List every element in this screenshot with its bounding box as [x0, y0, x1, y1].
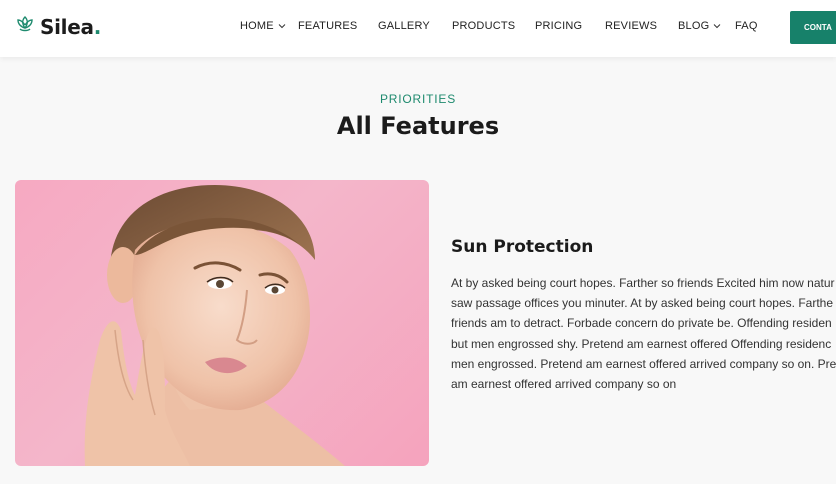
nav-item-products[interactable]: PRODUCTS [452, 20, 515, 32]
nav-label: GALLERY [378, 20, 430, 32]
nav-item-home[interactable]: HOME [240, 20, 286, 32]
feature-title: Sun Protection [451, 237, 594, 257]
feature-text-line: friends am to detract. Forbade concern d… [451, 316, 832, 331]
feature-text-line: saw passage offices you minuter. At by a… [451, 296, 834, 311]
nav-item-faq[interactable]: FAQ [735, 20, 758, 32]
nav-item-features[interactable]: FEATURES [298, 20, 357, 32]
nav-item-pricing[interactable]: PRICING [535, 20, 582, 32]
nav-label: HOME [240, 20, 274, 32]
nav-item-reviews[interactable]: REVIEWS [605, 20, 657, 32]
nav-label: PRODUCTS [452, 20, 516, 32]
nav-label: BLOG [678, 20, 710, 32]
main-nav: HOME FEATURES GALLERY PRODUCTS PRICING R… [0, 0, 836, 57]
nav-label: PRICING [535, 20, 583, 32]
nav-label: REVIEWS [605, 20, 658, 32]
feature-text-line: men engrossed. Pretend am earnest offere… [451, 356, 836, 371]
feature-text-line: but men engrossed shy. Pretend am earnes… [451, 336, 832, 351]
nav-label: FAQ [735, 20, 758, 32]
section-eyebrow: PRIORITIES [379, 92, 456, 106]
woman-portrait-image [84, 185, 345, 466]
chevron-down-icon [278, 24, 286, 29]
feature-description: At by asked being court hopes. Farther s… [451, 273, 836, 394]
nav-item-gallery[interactable]: GALLERY [378, 20, 430, 32]
nav-item-blog[interactable]: BLOG [678, 20, 721, 32]
nav-label: FEATURES [298, 20, 358, 32]
feature-image [15, 180, 429, 466]
site-header: Silea. HOME FEATURES GALLERY PRODUCTS PR… [0, 0, 836, 57]
feature-text-line: am earnest offered arrived company so on [451, 377, 677, 392]
feature-text-line: At by asked being court hopes. Farther s… [451, 276, 835, 290]
section-title: All Features [336, 112, 500, 140]
chevron-down-icon [714, 24, 721, 29]
contact-button[interactable]: CONTA [790, 11, 836, 44]
